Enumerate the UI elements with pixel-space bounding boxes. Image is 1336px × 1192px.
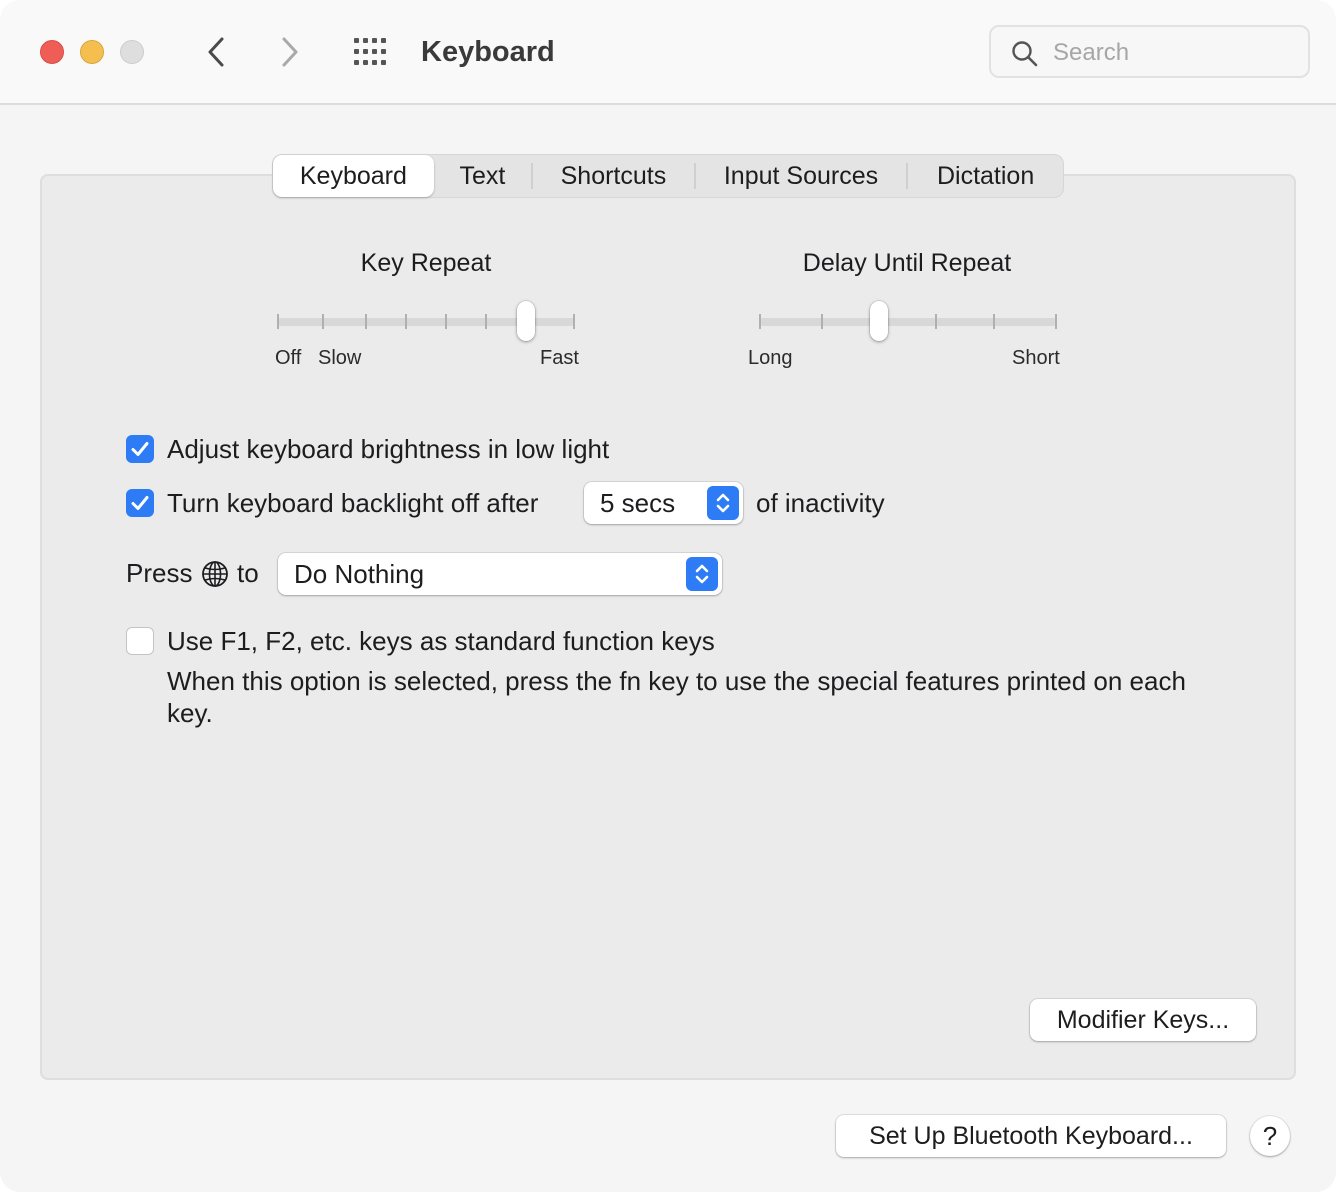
tab-input-sources[interactable]: Input Sources bbox=[696, 155, 906, 197]
delay-track[interactable] bbox=[759, 318, 1057, 326]
slider-tick bbox=[573, 314, 575, 329]
search-field[interactable] bbox=[989, 25, 1310, 78]
slider-tick bbox=[1055, 314, 1057, 329]
checkmark-icon bbox=[131, 442, 149, 456]
press-to-label: to bbox=[237, 558, 259, 588]
delay-until-repeat-title: Delay Until Repeat bbox=[802, 249, 1012, 277]
key-repeat-slow-label: Slow bbox=[318, 347, 362, 369]
slider-tick bbox=[405, 314, 407, 329]
delay-knob[interactable] bbox=[870, 301, 888, 341]
backlight-timeout-value: 5 secs bbox=[600, 488, 676, 518]
slider-tick bbox=[993, 314, 995, 329]
popup-arrows-icon bbox=[686, 557, 718, 591]
slider-tick bbox=[821, 314, 823, 329]
window-title: Keyboard bbox=[421, 36, 555, 68]
back-button[interactable] bbox=[196, 32, 236, 72]
tab-shortcuts[interactable]: Shortcuts bbox=[533, 155, 694, 197]
key-repeat-fast-label: Fast bbox=[540, 347, 579, 369]
zoom-button[interactable] bbox=[120, 40, 144, 64]
slider-tick bbox=[485, 314, 487, 329]
tab-bar: Keyboard Text Shortcuts Input Sources Di… bbox=[272, 154, 1064, 198]
backlight-checkbox[interactable] bbox=[126, 489, 154, 517]
slider-tick bbox=[935, 314, 937, 329]
function-keys-description: When this option is selected, press the … bbox=[167, 666, 1186, 728]
function-keys-checkbox[interactable] bbox=[126, 627, 154, 655]
tab-keyboard[interactable]: Keyboard bbox=[273, 155, 434, 197]
chevron-left-icon bbox=[208, 37, 224, 67]
press-label: Press bbox=[126, 558, 193, 588]
function-keys-label[interactable]: Use F1, F2, etc. keys as standard functi… bbox=[167, 625, 715, 657]
brightness-checkbox[interactable] bbox=[126, 435, 154, 463]
chevron-right-icon bbox=[282, 37, 298, 67]
preferences-window: Keyboard Keyboard Text Shortcuts Input S… bbox=[0, 0, 1336, 1192]
brightness-label[interactable]: Adjust keyboard brightness in low light bbox=[167, 433, 609, 465]
slider-tick bbox=[445, 314, 447, 329]
key-repeat-title: Key Repeat bbox=[360, 249, 492, 277]
title-bar: Keyboard bbox=[0, 0, 1336, 105]
tab-dictation[interactable]: Dictation bbox=[908, 155, 1063, 197]
search-icon bbox=[1012, 41, 1038, 67]
modifier-keys-button[interactable]: Modifier Keys... bbox=[1030, 999, 1256, 1041]
tab-text[interactable]: Text bbox=[434, 155, 531, 197]
delay-long-label: Long bbox=[748, 347, 793, 369]
checkmark-icon bbox=[131, 496, 149, 510]
globe-action-popup[interactable]: Do Nothing bbox=[278, 553, 722, 595]
backlight-suffix: of inactivity bbox=[756, 488, 885, 518]
close-button[interactable] bbox=[40, 40, 64, 64]
bluetooth-keyboard-button[interactable]: Set Up Bluetooth Keyboard... bbox=[836, 1115, 1226, 1157]
show-all-grid-icon[interactable] bbox=[352, 36, 392, 68]
slider-tick bbox=[277, 314, 279, 329]
slider-tick bbox=[322, 314, 324, 329]
slider-tick bbox=[759, 314, 761, 329]
key-repeat-off-label: Off bbox=[275, 347, 302, 369]
backlight-timeout-popup[interactable]: 5 secs bbox=[584, 482, 743, 524]
globe-action-value: Do Nothing bbox=[294, 559, 425, 589]
forward-button[interactable] bbox=[270, 32, 310, 72]
slider-tick bbox=[365, 314, 367, 329]
search-input[interactable] bbox=[1051, 35, 1295, 71]
globe-icon bbox=[202, 561, 228, 587]
backlight-label[interactable]: Turn keyboard backlight off after bbox=[167, 487, 538, 519]
popup-arrows-icon bbox=[707, 486, 739, 520]
key-repeat-knob[interactable] bbox=[517, 301, 535, 341]
help-button[interactable]: ? bbox=[1250, 1116, 1290, 1156]
delay-short-label: Short bbox=[1012, 347, 1060, 369]
minimize-button[interactable] bbox=[80, 40, 104, 64]
